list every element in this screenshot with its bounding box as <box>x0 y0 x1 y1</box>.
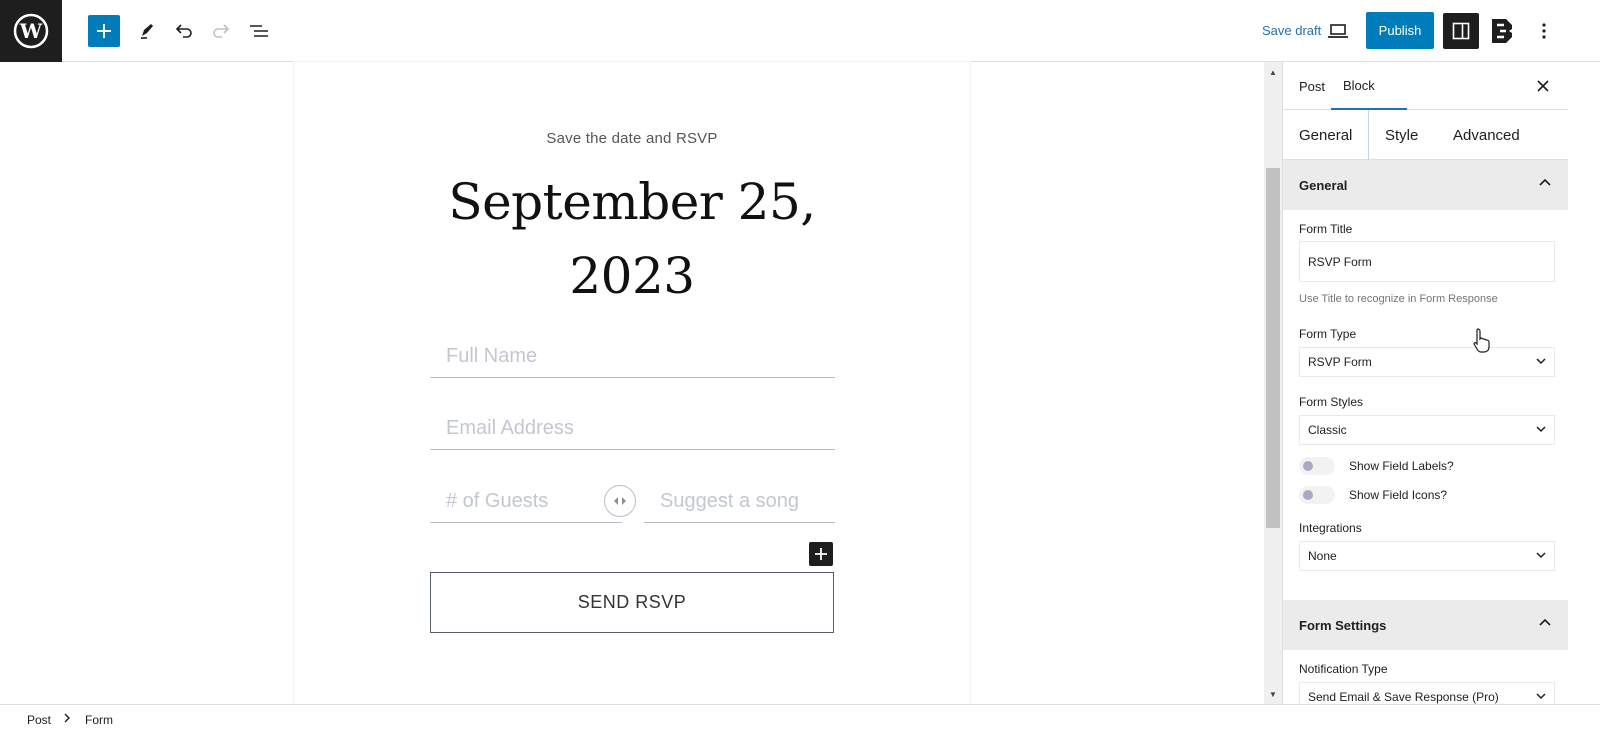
integrations-select[interactable]: None <box>1299 541 1555 571</box>
form-settings-panel-header[interactable]: Form Settings <box>1283 600 1568 650</box>
undo-icon <box>175 24 192 38</box>
pen-icon <box>141 24 153 39</box>
date-line-1: September 25, <box>448 173 816 231</box>
event-date-heading[interactable]: September 25, 2023 <box>294 165 970 313</box>
page-content: Save the date and RSVP September 25, 202… <box>294 62 970 704</box>
show-field-icons-text: Show Field Icons? <box>1349 488 1448 502</box>
redo-button[interactable] <box>205 15 237 47</box>
scroll-down-arrow-icon[interactable]: ▼ <box>1264 686 1282 702</box>
general-panel-header[interactable]: General <box>1283 160 1568 210</box>
tools-button[interactable] <box>131 15 163 47</box>
date-line-2: 2023 <box>569 247 695 305</box>
song-placeholder: Suggest a song <box>660 490 799 512</box>
toggle-switch[interactable] <box>1299 457 1335 475</box>
more-options-button[interactable] <box>1528 15 1560 47</box>
general-panel-title: General <box>1299 177 1348 193</box>
wordpress-icon: W <box>13 13 49 49</box>
wordpress-logo[interactable]: W <box>0 0 62 62</box>
plus-icon <box>97 24 111 38</box>
guests-placeholder: # of Guests <box>446 490 549 512</box>
notification-type-select[interactable]: Send Email & Save Response (Pro) <box>1299 682 1555 704</box>
save-draft-button[interactable]: Save draft <box>1262 23 1321 38</box>
editor-canvas: Save the date and RSVP September 25, 202… <box>0 62 1264 704</box>
notification-type-label: Notification Type <box>1299 662 1388 676</box>
form-type-select[interactable]: RSVP Form <box>1299 347 1555 377</box>
form-settings-title: Form Settings <box>1299 617 1387 633</box>
song-field[interactable]: Suggest a song <box>644 481 835 523</box>
list-view-button[interactable] <box>243 15 275 47</box>
hand-cursor-icon <box>1473 328 1490 353</box>
resize-arrows-icon <box>614 497 626 505</box>
full-name-field[interactable]: Full Name <box>430 336 835 378</box>
add-block-button[interactable] <box>88 15 120 47</box>
chevron-up-icon <box>1539 178 1551 186</box>
breadcrumb-form[interactable]: Form <box>85 713 113 727</box>
show-field-labels-toggle[interactable]: Show Field Labels? <box>1299 457 1454 475</box>
breadcrumb-post[interactable]: Post <box>27 713 51 727</box>
laptop-icon <box>1328 24 1348 38</box>
form-title-help: Use Title to recognize in Form Response <box>1299 293 1498 305</box>
preview-button[interactable] <box>1322 15 1354 47</box>
notification-type-value: Send Email & Save Response (Pro) <box>1308 690 1499 704</box>
block-subtabs: General Style Advanced <box>1283 110 1568 160</box>
chevron-down-icon <box>1536 426 1546 433</box>
redo-icon <box>213 24 230 38</box>
pre-title[interactable]: Save the date and RSVP <box>294 130 970 147</box>
integrations-label: Integrations <box>1299 521 1362 535</box>
subtab-style[interactable]: Style <box>1385 110 1418 160</box>
form-type-label: Form Type <box>1299 327 1357 341</box>
svg-text:W: W <box>19 19 43 43</box>
form-type-value: RSVP Form <box>1308 355 1372 369</box>
integrations-value: None <box>1308 549 1337 563</box>
form-title-value: RSVP Form <box>1308 254 1372 269</box>
scroll-up-arrow-icon[interactable]: ▲ <box>1264 64 1282 80</box>
sidebar-tabs: Post Block <box>1283 62 1568 110</box>
email-field[interactable]: Email Address <box>430 408 835 450</box>
chevron-down-icon <box>1536 552 1546 559</box>
chevron-down-icon <box>1536 693 1546 700</box>
form-styles-label: Form Styles <box>1299 395 1364 409</box>
undo-button[interactable] <box>168 15 200 47</box>
subtab-advanced[interactable]: Advanced <box>1453 110 1520 160</box>
send-rsvp-button[interactable]: SEND RSVP <box>430 572 834 633</box>
canvas-scrollbar[interactable]: ▲ ▼ <box>1264 62 1282 704</box>
guests-field[interactable]: # of Guests <box>430 481 622 523</box>
form-styles-select[interactable]: Classic <box>1299 415 1555 445</box>
subtab-general[interactable]: General <box>1283 110 1369 160</box>
breadcrumb-separator-icon <box>64 713 70 723</box>
chevron-up-icon <box>1539 618 1551 626</box>
tab-post[interactable]: Post <box>1299 62 1325 110</box>
close-sidebar-button[interactable] <box>1533 76 1553 96</box>
chevron-down-icon <box>1536 358 1546 365</box>
show-field-icons-toggle[interactable]: Show Field Icons? <box>1299 486 1447 504</box>
tab-block[interactable]: Block <box>1331 62 1407 110</box>
editor-toolbar: W Save draft Publish <box>0 0 1600 62</box>
form-title-label: Form Title <box>1299 222 1353 236</box>
toggle-switch[interactable] <box>1299 486 1335 504</box>
block-breadcrumb-bar: Post Form <box>0 704 1600 743</box>
form-styles-value: Classic <box>1308 423 1347 437</box>
publish-button[interactable]: Publish <box>1366 12 1434 49</box>
show-field-labels-text: Show Field Labels? <box>1349 459 1454 473</box>
column-resize-handle[interactable] <box>604 485 636 517</box>
more-vertical-icon <box>1542 23 1546 39</box>
plus-icon <box>815 548 827 560</box>
scroll-thumb[interactable] <box>1266 168 1280 528</box>
full-name-placeholder: Full Name <box>446 345 538 367</box>
form-title-input[interactable]: RSVP Form <box>1299 241 1555 282</box>
plugin-logo-icon <box>1492 19 1512 43</box>
list-view-icon <box>250 25 268 37</box>
settings-sidebar: Post Block General Style Advanced Genera… <box>1282 62 1568 704</box>
sidebar-icon <box>1452 22 1470 40</box>
settings-toggle-button[interactable] <box>1443 13 1479 49</box>
add-field-button[interactable] <box>809 542 833 566</box>
plugin-button[interactable] <box>1486 15 1518 47</box>
close-icon <box>1537 80 1549 92</box>
email-placeholder: Email Address <box>446 417 574 439</box>
